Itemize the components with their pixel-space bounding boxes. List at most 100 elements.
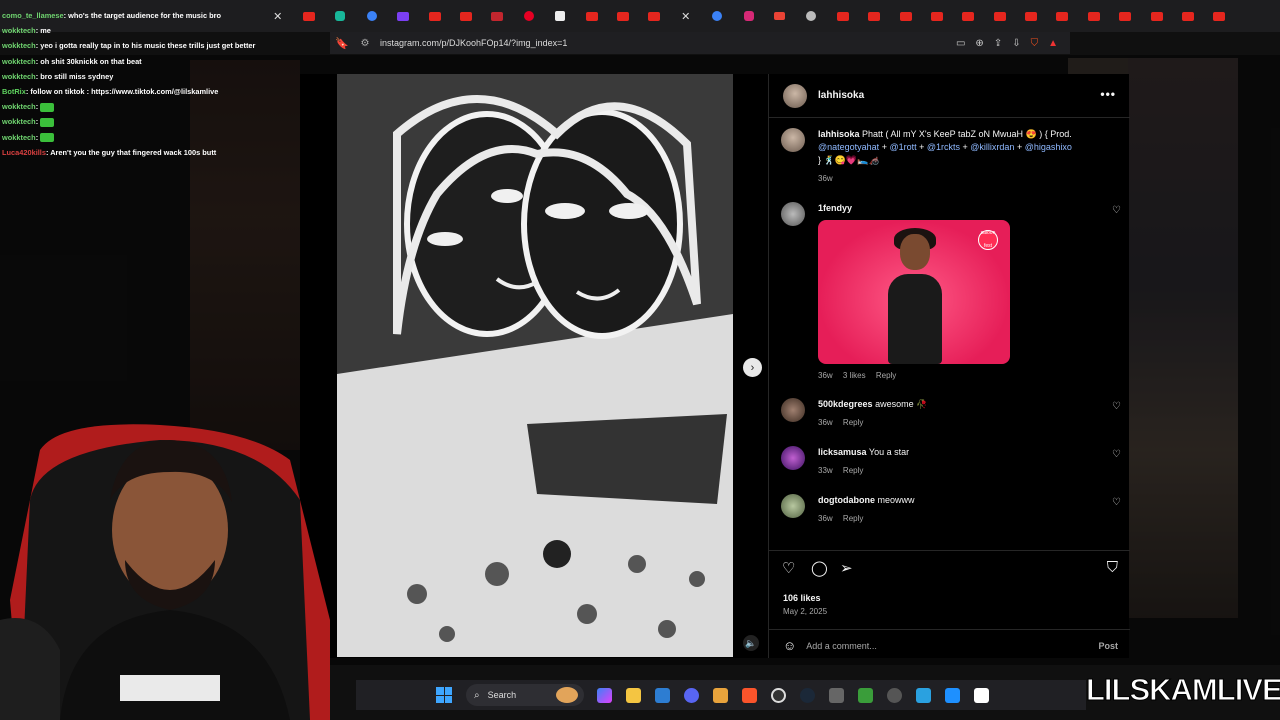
zoom-icon[interactable]: ⊕ (975, 38, 983, 49)
tab-youtube[interactable] (1110, 0, 1141, 32)
commenter-avatar[interactable] (781, 202, 805, 226)
tab-chat[interactable] (325, 0, 356, 32)
url-field[interactable]: instagram.com/p/DJKoohFOp14/?img_index=1 (376, 38, 956, 48)
tab-shield[interactable] (356, 0, 387, 32)
caption-tag[interactable]: @1rott (889, 142, 916, 152)
tab-youtube[interactable] (890, 0, 921, 32)
taskbar-app-obs[interactable] (764, 680, 793, 710)
comment-likes[interactable]: 3 likes (843, 371, 866, 380)
chat-username[interactable]: wokktech (2, 102, 36, 111)
reply-button[interactable]: Reply (843, 514, 863, 523)
share-icon[interactable]: ➢ (840, 559, 853, 577)
chat-username[interactable]: wokktech (2, 26, 36, 35)
taskbar-app-4k[interactable] (880, 680, 909, 710)
save-icon[interactable]: ⛉ (1107, 559, 1118, 576)
taskbar-app-green[interactable] (851, 680, 880, 710)
download-icon[interactable]: ⇩ (1012, 38, 1020, 49)
tab-youtube[interactable] (639, 0, 670, 32)
commenter-avatar[interactable] (781, 446, 805, 470)
caption-tag[interactable]: @nategotyahat (818, 142, 879, 152)
commenter-avatar[interactable] (781, 494, 805, 518)
like-comment-icon[interactable]: ♡ (1112, 205, 1121, 216)
chat-username[interactable]: wokktech (2, 41, 36, 50)
caption-tag[interactable]: @1rckts (927, 142, 960, 152)
comment-gif[interactable]: saloon fest (818, 220, 1010, 364)
mute-button[interactable]: 🔈 (743, 635, 759, 651)
tab-substack[interactable] (545, 0, 576, 32)
author-avatar[interactable] (781, 128, 805, 152)
comment-username[interactable]: dogtodabone (818, 495, 875, 505)
author-username[interactable]: lahhisoka (818, 90, 864, 101)
tab-purple[interactable] (388, 0, 419, 32)
tab-instagram[interactable] (733, 0, 764, 32)
taskbar-app-capcut[interactable] (967, 680, 996, 710)
taskbar-app-tool[interactable] (822, 680, 851, 710)
comment-icon[interactable]: ◯ (811, 559, 828, 577)
commenter-avatar[interactable] (781, 398, 805, 422)
taskbar-app-notes[interactable] (909, 680, 938, 710)
like-comment-icon[interactable]: ♡ (1112, 401, 1121, 412)
tab-youtube[interactable] (984, 0, 1015, 32)
like-comment-icon[interactable]: ♡ (1112, 449, 1121, 460)
tab-youtube[interactable] (921, 0, 952, 32)
comment-username[interactable]: 1fendyy (818, 203, 852, 213)
author-avatar[interactable] (783, 83, 807, 108)
post-comment-button[interactable]: Post (1098, 641, 1118, 651)
tab-youtube[interactable] (1015, 0, 1046, 32)
taskbar-app-discord[interactable] (677, 680, 706, 710)
tab-youtube[interactable] (482, 0, 513, 32)
start-button[interactable] (436, 687, 452, 703)
tab-pinterest[interactable] (513, 0, 544, 32)
tab-gmail[interactable] (764, 0, 795, 32)
tab-youtube[interactable] (1204, 0, 1235, 32)
share-icon[interactable]: ⇪ (994, 38, 1002, 49)
tab-youtube[interactable] (576, 0, 607, 32)
comment-username[interactable]: 500kdegrees (818, 399, 873, 409)
taskbar-app-brave[interactable] (735, 680, 764, 710)
taskbar-app-files[interactable] (706, 680, 735, 710)
chat-username[interactable]: wokktech (2, 72, 36, 81)
rewards-icon[interactable]: ▲ (1048, 38, 1058, 49)
shield-icon[interactable]: ⛉ (1031, 38, 1039, 49)
tab-youtube[interactable] (858, 0, 889, 32)
emoji-icon[interactable]: ☺ (783, 638, 796, 653)
taskbar-app-photos[interactable] (938, 680, 967, 710)
next-image-button[interactable]: › (743, 358, 762, 377)
chat-username[interactable]: como_te_llamese (2, 11, 64, 20)
chat-username[interactable]: wokktech (2, 117, 36, 126)
tab-youtube[interactable] (827, 0, 858, 32)
tab-youtube[interactable] (419, 0, 450, 32)
taskbar-search[interactable]: ⌕ Search (466, 684, 584, 706)
tab-youtube[interactable] (1141, 0, 1172, 32)
chat-username[interactable]: Luca420kills (2, 148, 46, 157)
comment-input[interactable]: Add a comment... (806, 641, 1098, 651)
taskbar-app-steam[interactable] (793, 680, 822, 710)
like-comment-icon[interactable]: ♡ (1112, 497, 1121, 508)
chat-username[interactable]: BotRix (2, 87, 26, 96)
taskbar-app-copilot[interactable] (590, 680, 619, 710)
caption-tag[interactable]: @higashixo (1025, 142, 1072, 152)
reply-button[interactable]: Reply (876, 371, 896, 380)
chat-username[interactable]: wokktech (2, 57, 36, 66)
comment-username[interactable]: licksamusa (818, 447, 867, 457)
tab-youtube[interactable] (953, 0, 984, 32)
tab-youtube[interactable] (1078, 0, 1109, 32)
bookmark-icon[interactable]: 🔖 (330, 37, 354, 50)
tab-youtube[interactable] (1047, 0, 1078, 32)
more-options-icon[interactable]: ••• (1100, 87, 1116, 101)
like-icon[interactable]: ♡ (782, 559, 795, 577)
caption-tag[interactable]: @killixrdan (970, 142, 1014, 152)
tab-youtube[interactable] (1172, 0, 1203, 32)
tab-x[interactable]: ✕ (670, 0, 701, 32)
tab-youtube[interactable] (450, 0, 481, 32)
taskbar-app-store[interactable] (648, 680, 677, 710)
site-settings-icon[interactable]: ⚙ (354, 38, 376, 49)
comments-list[interactable]: lahhisoka Phatt ( All mY X's KeeP tabZ o… (769, 118, 1130, 550)
screen-icon[interactable]: ▭ (956, 38, 965, 49)
caption-username[interactable]: lahhisoka (818, 129, 860, 139)
reply-button[interactable]: Reply (843, 466, 863, 475)
tab-youtube[interactable] (607, 0, 638, 32)
likes-count[interactable]: 106 likes (783, 593, 821, 603)
reply-button[interactable]: Reply (843, 418, 863, 427)
tab-gear[interactable] (796, 0, 827, 32)
